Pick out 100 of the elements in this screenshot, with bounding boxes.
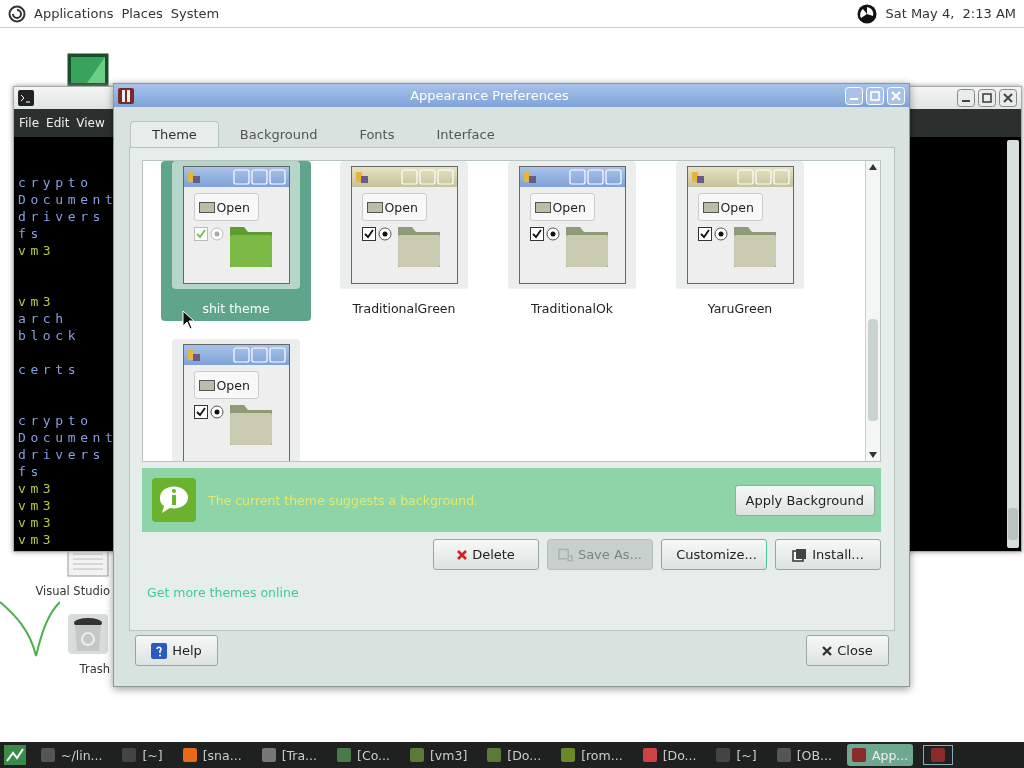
scroll-thumb[interactable] <box>1008 508 1018 540</box>
checkbox-icon <box>193 227 208 241</box>
folder-icon <box>534 201 551 213</box>
action-button[interactable]: Delete <box>433 539 539 570</box>
taskbar-item[interactable]: [Tra... <box>256 744 323 766</box>
radio-icon <box>209 405 224 419</box>
checkbox-icon <box>697 227 712 241</box>
terminal-line: vm3 <box>18 532 56 547</box>
scroll-thumb[interactable] <box>868 319 878 421</box>
scrollbar[interactable] <box>1007 140 1019 548</box>
app-icon <box>642 748 657 762</box>
scrollbar[interactable] <box>865 161 880 461</box>
minimize-icon[interactable] <box>957 89 975 107</box>
app-icon <box>487 748 502 762</box>
checkbox-icon <box>193 405 208 419</box>
radio-icon <box>713 227 728 241</box>
maximize-icon[interactable] <box>978 89 996 107</box>
app-icon <box>261 748 276 762</box>
taskbar-item[interactable]: [Co... <box>332 744 395 766</box>
apply-background-button[interactable]: Apply Background <box>734 484 875 516</box>
folder-icon <box>198 379 215 391</box>
app-icon <box>337 748 352 762</box>
terminal-line: vm3 <box>18 498 56 513</box>
folder-icon <box>702 201 719 213</box>
terminal-line: block <box>18 328 81 343</box>
app-icon <box>118 87 134 104</box>
terminal-line: arch <box>18 311 68 326</box>
menu-item[interactable]: View <box>76 116 105 130</box>
terminal-line: Document <box>18 430 118 445</box>
app-icon <box>851 748 866 762</box>
window-title: Appearance Preferences <box>409 88 570 103</box>
terminal-line: fs <box>18 226 43 241</box>
tab[interactable]: Theme <box>130 121 219 147</box>
icon-label[interactable]: Trash <box>79 662 110 676</box>
app-icon <box>561 748 576 762</box>
taskbar-item[interactable]: [~] <box>117 744 168 766</box>
taskbar-item[interactable]: [OB... <box>771 744 837 766</box>
open-button: Open <box>529 193 595 221</box>
panel-menu[interactable]: System <box>170 6 220 21</box>
open-button: Open <box>361 193 427 221</box>
logo-icon[interactable] <box>8 4 26 23</box>
checkbox-icon <box>361 227 376 241</box>
app-icon <box>716 748 731 762</box>
app-icon <box>410 748 424 762</box>
terminal-line: vm3 <box>18 243 56 258</box>
circle-icon[interactable] <box>857 3 878 24</box>
scroll-down-icon[interactable] <box>869 452 877 458</box>
help-button[interactable]: Help <box>135 635 218 666</box>
close-button[interactable]: Close <box>806 635 889 666</box>
tab[interactable]: Fonts <box>338 121 416 147</box>
taskbar-item[interactable]: [Do... <box>637 744 702 766</box>
panel-menu[interactable]: Places <box>121 6 163 21</box>
line-drawing <box>0 600 60 658</box>
app-icon <box>122 748 137 762</box>
menu-item[interactable]: File <box>19 116 40 130</box>
terminal-line: fs <box>18 464 43 479</box>
terminal-line: vm3 <box>18 481 56 496</box>
terminal-line: Document <box>18 192 118 207</box>
taskbar-item[interactable]: [rom... <box>556 744 628 766</box>
icon-label[interactable]: Visual Studio <box>35 584 110 598</box>
tab[interactable]: Background <box>218 121 339 147</box>
app-icon <box>776 748 791 762</box>
checkbox-icon <box>529 227 544 241</box>
app-icon[interactable] <box>923 745 954 765</box>
folder-icon <box>366 201 383 213</box>
taskbar-item[interactable]: ~/lin... <box>36 744 108 766</box>
action-button[interactable]: Install... <box>775 539 881 570</box>
taskbar-item[interactable]: [vm3] <box>405 744 473 766</box>
scroll-up-icon[interactable] <box>869 164 877 170</box>
info-message: The current theme suggests a background. <box>208 492 480 508</box>
taskbar-item[interactable]: [sna... <box>177 744 247 766</box>
tab[interactable]: Interface <box>415 121 516 147</box>
open-button: Open <box>697 193 763 221</box>
close-icon[interactable] <box>999 89 1017 107</box>
terminal-line: vm3 <box>18 294 56 309</box>
package-icon <box>792 547 808 562</box>
info-icon <box>152 478 196 522</box>
theme-item[interactable]: Open shit theme <box>161 161 311 321</box>
taskbar-item[interactable]: [Do... <box>482 744 547 766</box>
radio-icon <box>545 227 560 241</box>
open-button: Open <box>193 371 259 399</box>
app-icon <box>41 748 55 762</box>
terminal-line: drivers <box>18 447 105 462</box>
open-button: Open <box>193 193 259 221</box>
folder-icon <box>198 201 215 213</box>
trash-icon[interactable] <box>66 612 110 656</box>
app-icon[interactable] <box>67 53 109 87</box>
mouse-pointer-icon <box>182 310 194 330</box>
radio-icon <box>209 227 224 241</box>
action-button[interactable]: Customize... <box>661 539 767 570</box>
terminal-line: vm3 <box>18 515 56 530</box>
close-icon <box>822 645 833 656</box>
start-icon[interactable] <box>4 745 26 765</box>
panel-menu[interactable]: Applications <box>34 6 114 21</box>
save-icon <box>558 547 573 562</box>
menu-item[interactable]: Edit <box>46 116 70 130</box>
terminal-line: crypto <box>18 413 93 428</box>
terminal-line: certs <box>18 362 81 377</box>
clock[interactable]: Sat May 4, 2:13 AM <box>885 6 1016 21</box>
taskbar-item[interactable]: [~] <box>711 744 762 766</box>
